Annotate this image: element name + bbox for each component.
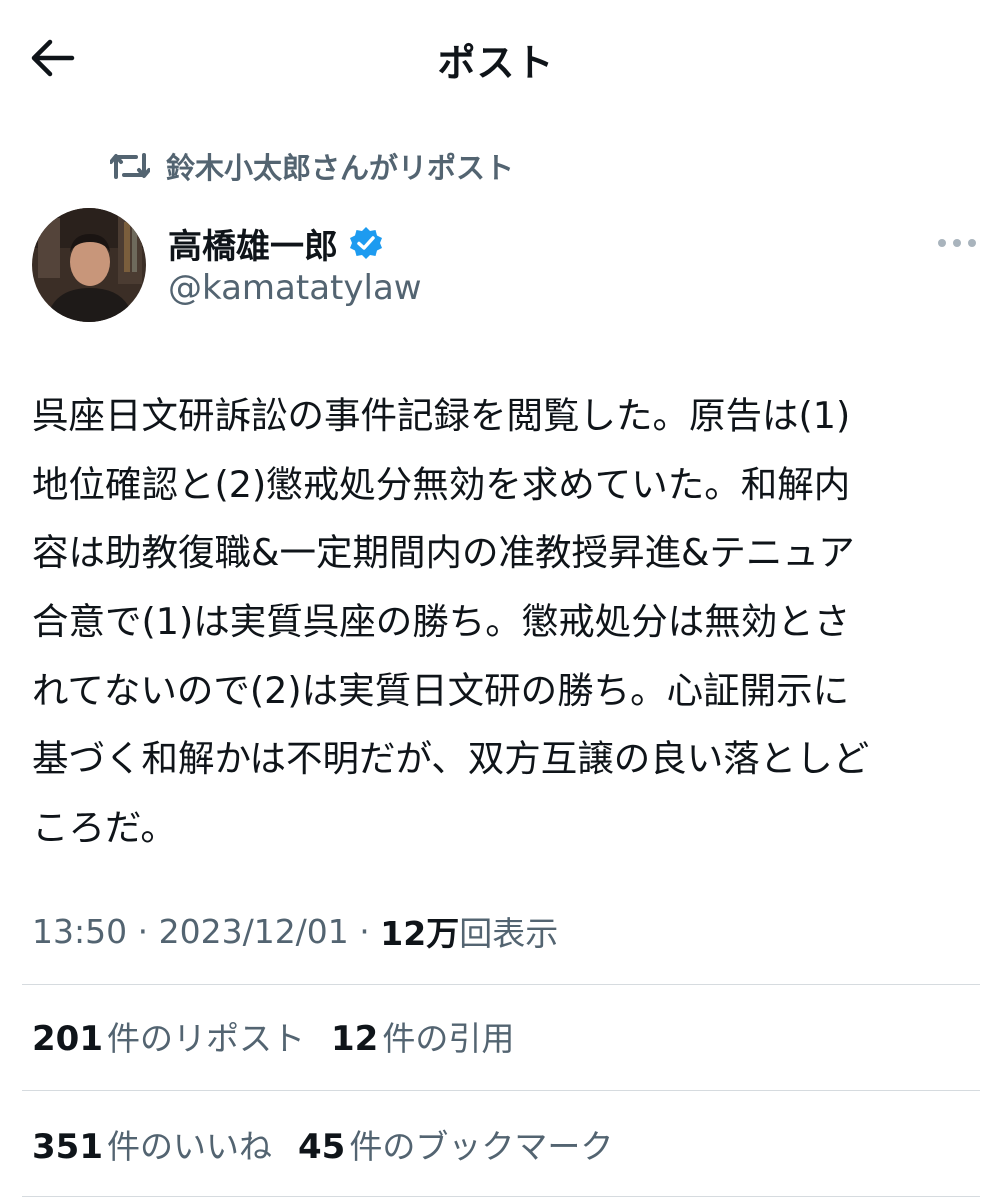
post-text-line: 容は助教復職&一定期間内の准教授昇進&テニュア	[32, 531, 855, 575]
engagement-row-2: 351 件のいいね 45 件のブックマーク	[32, 1116, 639, 1172]
verified-badge-icon	[348, 225, 384, 261]
post-text-line: 地位確認と(2)懲戒処分無効を求めていた。和解内	[32, 462, 851, 506]
display-name: 高橋雄一郎	[168, 226, 338, 267]
post-text-line: ころだ。	[32, 806, 177, 850]
post-metadata: 13:50 · 2023/12/01 · 12万 回表示	[32, 906, 558, 956]
engagement-row-1: 201 件のリポスト 12 件の引用	[32, 1008, 540, 1064]
repost-indicator[interactable]: 鈴木小太郎さんがリポスト	[110, 146, 514, 186]
page-title: ポスト	[437, 41, 555, 85]
likes-stat[interactable]: 351 件のいいね	[32, 1120, 272, 1168]
meta-separator: ·	[127, 911, 159, 951]
post-text-line: 基づく和解かは不明だが、双方互譲の良い落としど	[32, 737, 870, 781]
quotes-label: 件の引用	[382, 1019, 515, 1058]
likes-count: 351	[32, 1127, 103, 1167]
likes-label: 件のいいね	[106, 1127, 272, 1166]
post-date[interactable]: 2023/12/01	[159, 912, 349, 951]
bookmarks-stat[interactable]: 45 件のブックマーク	[298, 1120, 613, 1168]
more-options-button[interactable]	[934, 228, 980, 258]
views-count[interactable]: 12万	[380, 907, 459, 955]
bookmarks-label: 件のブックマーク	[349, 1127, 614, 1166]
divider	[22, 984, 980, 985]
views-label: 回表示	[459, 914, 559, 953]
post-time[interactable]: 13:50	[32, 912, 127, 951]
quotes-stat[interactable]: 12 件の引用	[331, 1012, 514, 1060]
divider	[22, 1196, 980, 1197]
post-text-line: れてないので(2)は実質日文研の勝ち。心証開示に	[32, 668, 850, 712]
bookmarks-count: 45	[297, 1127, 346, 1167]
divider	[22, 1090, 980, 1091]
reposts-count: 201	[32, 1019, 103, 1059]
author-name-row[interactable]: 高橋雄一郎	[168, 220, 384, 267]
repost-icon	[110, 146, 152, 186]
reposts-label: 件のリポスト	[106, 1019, 305, 1058]
avatar[interactable]	[32, 208, 146, 322]
post-text-line: 呉座日文研訴訟の事件記録を閲覧した。原告は(1)	[32, 394, 851, 437]
top-bar: ポスト	[0, 0, 992, 118]
author-handle[interactable]: @kamatatylaw	[168, 268, 422, 308]
quotes-count: 12	[330, 1019, 379, 1059]
reposts-stat[interactable]: 201 件のリポスト	[32, 1012, 305, 1060]
post-text: 呉座日文研訴訟の事件記録を閲覧した。原告は(1) 地位確認と(2)懲戒処分無効を…	[32, 382, 977, 863]
repost-label: 鈴木小太郎さんがリポスト	[166, 151, 515, 185]
meta-separator: ·	[348, 911, 381, 951]
more-dots-icon	[938, 239, 976, 247]
post-text-line: 合意で(1)は実質呉座の勝ち。懲戒処分は無効とさ	[32, 600, 851, 644]
